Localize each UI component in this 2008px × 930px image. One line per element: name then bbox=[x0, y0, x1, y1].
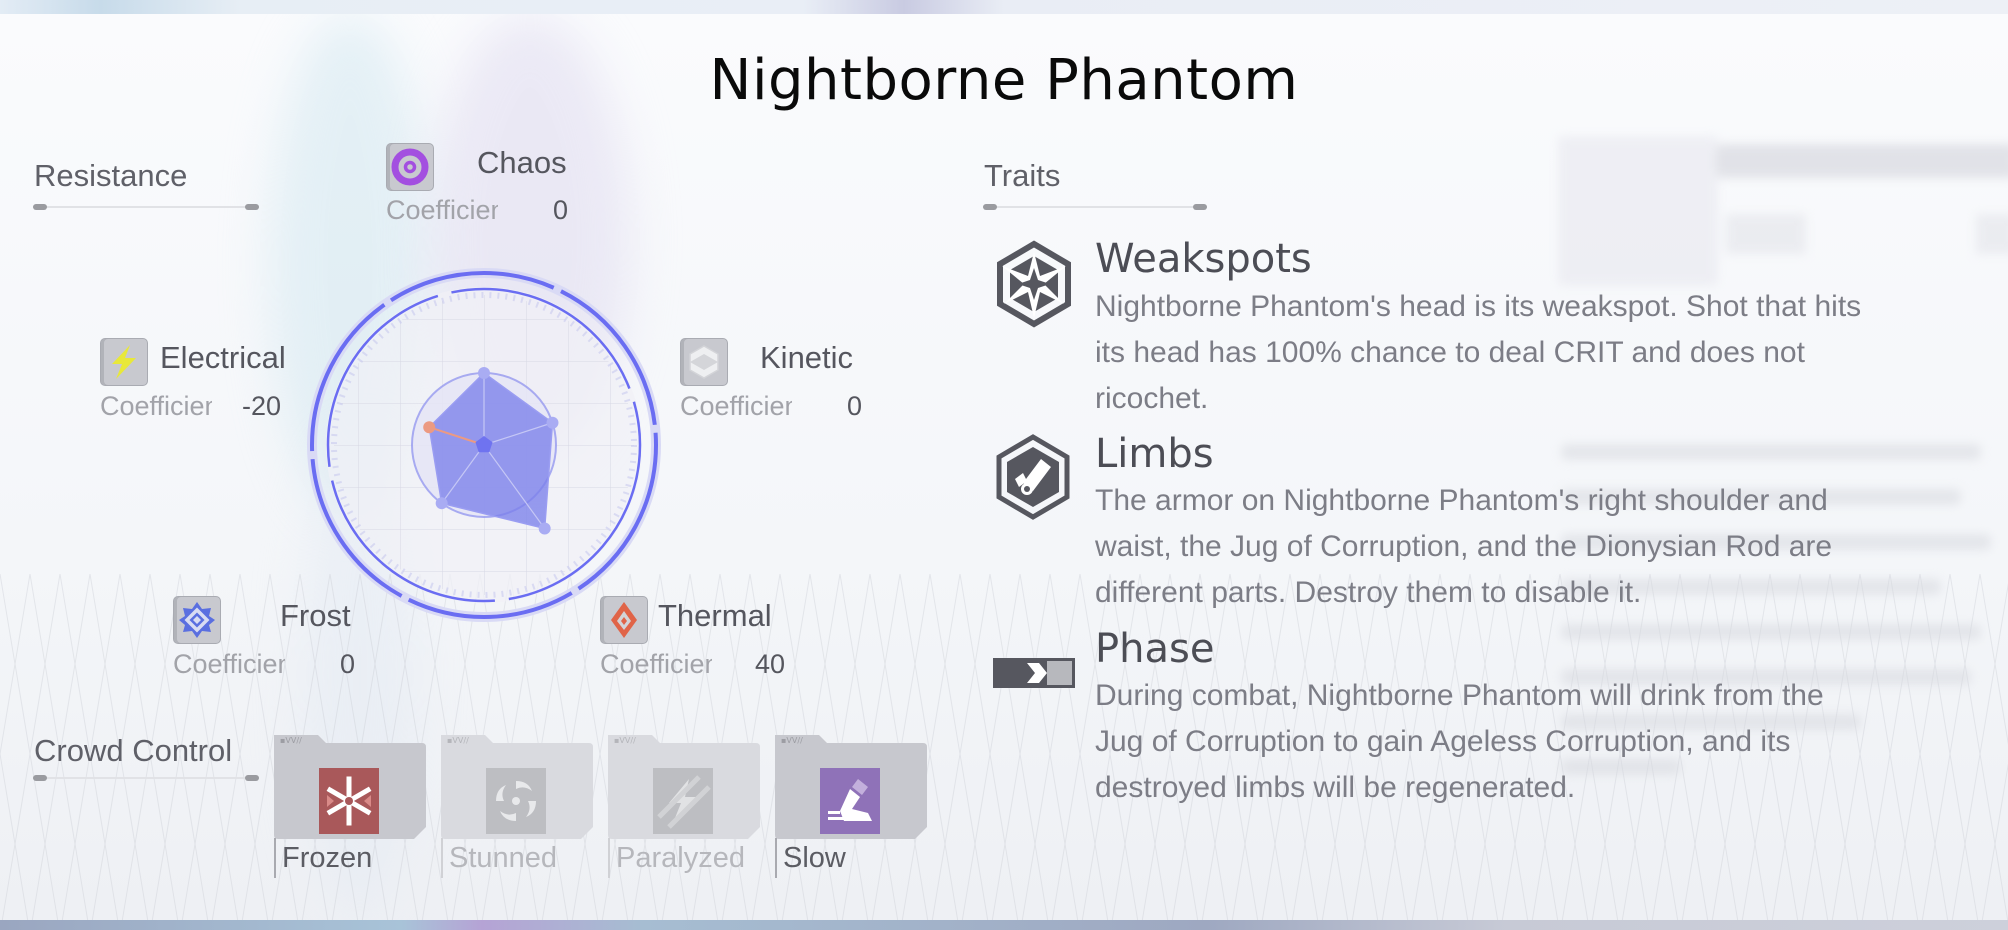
resistance-label-kinetic: Kinetic bbox=[760, 340, 854, 375]
trait-description-limbs: The armor on Nightborne Phantom's right … bbox=[1095, 478, 1995, 616]
resistance-heading-underline bbox=[33, 204, 259, 210]
trait-description-line: Jug of Corruption to gain Ageless Corrup… bbox=[1095, 725, 1791, 758]
radar-point-kinetic bbox=[546, 416, 559, 429]
radar-point-thermal bbox=[538, 522, 551, 535]
bottom-edge-band bbox=[0, 920, 2008, 930]
trait-description-line: its head has 100% chance to deal CRIT an… bbox=[1095, 336, 1805, 369]
crowd-control-heading: Crowd Control bbox=[34, 733, 233, 768]
slow-foot-icon bbox=[820, 768, 880, 834]
radar-point-frost bbox=[435, 497, 448, 510]
resistance-label-electrical: Electrical bbox=[160, 340, 286, 375]
cc-label-paralyzed: Paralyzed bbox=[608, 838, 745, 878]
limbs-hexagon-icon bbox=[993, 433, 1073, 526]
crowd-control-heading-underline bbox=[33, 775, 259, 781]
trait-title-weakspots: Weakspots bbox=[1095, 236, 1312, 282]
coefficient-label: Coefficient bbox=[173, 649, 285, 679]
stunned-swirl-icon bbox=[486, 768, 546, 834]
cc-card-slow[interactable]: ▪VV// bbox=[775, 731, 927, 839]
chaos-ring-icon bbox=[386, 143, 434, 191]
resistance-value-thermal: 40 bbox=[755, 649, 786, 679]
trait-description-line: different parts. Destroy them to disable… bbox=[1095, 576, 1642, 609]
trait-description-weakspots: Nightborne Phantom's head is its weakspo… bbox=[1095, 284, 1995, 422]
trait-description-line: waist, the Jug of Corruption, and the Di… bbox=[1095, 530, 1833, 563]
traits-heading-underline bbox=[983, 204, 1207, 210]
svg-text:▪VV//: ▪VV// bbox=[447, 736, 469, 745]
coefficient-label: Coefficient bbox=[386, 195, 498, 225]
resistance-value-electrical: -20 bbox=[242, 391, 282, 421]
frost-star-icon bbox=[173, 596, 221, 644]
resistance-heading: Resistance bbox=[34, 158, 188, 193]
trait-description-line: ricochet. bbox=[1095, 382, 1209, 415]
trait-description-phase: During combat, Nightborne Phantom will d… bbox=[1095, 673, 1995, 811]
radar-point-chaos bbox=[478, 367, 490, 379]
weakspot-star-hexagon-icon bbox=[988, 238, 1080, 335]
resistance-label-chaos: Chaos bbox=[477, 145, 567, 180]
coefficient-label: Coefficient bbox=[680, 391, 792, 421]
resistance-radar-chart bbox=[307, 268, 661, 622]
cc-card-stunned[interactable]: ▪VV// bbox=[441, 731, 593, 839]
cc-card-frozen[interactable]: ▪VV// bbox=[274, 731, 426, 839]
svg-text:▪VV//: ▪VV// bbox=[614, 736, 636, 745]
enemy-name-title: Nightborne Phantom bbox=[709, 48, 1299, 113]
lightning-bolt-icon bbox=[100, 338, 148, 386]
frozen-snowflake-icon bbox=[319, 768, 379, 834]
cc-card-paralyzed[interactable]: ▪VV// bbox=[608, 731, 760, 839]
trait-description-line: destroyed limbs will be regenerated. bbox=[1095, 771, 1576, 804]
phase-arrow-icon bbox=[993, 656, 1075, 695]
svg-text:▪VV//: ▪VV// bbox=[781, 736, 803, 745]
radar-point-electrical bbox=[423, 421, 436, 434]
trait-description-line: During combat, Nightborne Phantom will d… bbox=[1095, 679, 1824, 712]
coefficient-label: Coefficient bbox=[100, 391, 212, 421]
cc-label-stunned: Stunned bbox=[441, 838, 557, 878]
traits-heading: Traits bbox=[984, 158, 1061, 193]
trait-description-line: The armor on Nightborne Phantom's right … bbox=[1095, 484, 1828, 517]
coefficient-label: Coefficient bbox=[600, 649, 712, 679]
resistance-value-chaos: 0 bbox=[553, 195, 569, 225]
trait-title-limbs: Limbs bbox=[1095, 431, 1214, 477]
resistance-value-frost: 0 bbox=[340, 649, 356, 679]
paralyzed-bolt-icon bbox=[653, 768, 713, 834]
svg-text:▪VV//: ▪VV// bbox=[280, 736, 302, 745]
top-edge-band bbox=[0, 0, 2008, 14]
trait-description-line: Nightborne Phantom's head is its weakspo… bbox=[1095, 290, 1862, 323]
trait-title-phase: Phase bbox=[1095, 626, 1215, 672]
resistance-label-thermal: Thermal bbox=[658, 598, 772, 633]
resistance-value-kinetic: 0 bbox=[847, 391, 863, 421]
kinetic-cube-icon bbox=[680, 338, 728, 386]
cc-label-frozen: Frozen bbox=[274, 838, 372, 878]
cc-label-slow: Slow bbox=[775, 838, 846, 878]
